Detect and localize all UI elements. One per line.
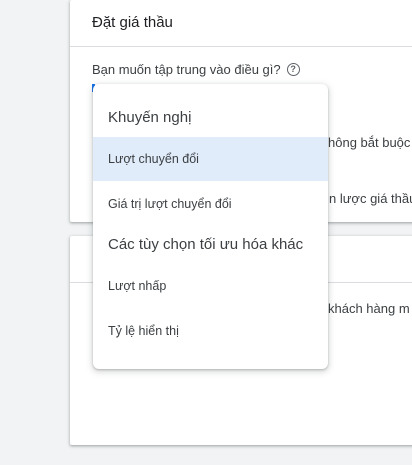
menu-item-impression-share[interactable]: Tỷ lệ hiển thị bbox=[93, 309, 328, 353]
focus-question-label: Bạn muốn tập trung vào điều gì? bbox=[92, 62, 281, 77]
menu-header-other-options: Các tùy chọn tối ưu hóa khác bbox=[108, 236, 304, 253]
menu-item-label: Lượt chuyển đổi bbox=[108, 152, 199, 166]
focus-question: Bạn muốn tập trung vào điều gì? ? bbox=[92, 62, 300, 77]
menu-item-clicks[interactable]: Lượt nhấp bbox=[93, 264, 328, 308]
bidding-card-divider bbox=[70, 46, 412, 47]
menu-item-conversions[interactable]: Lượt chuyển đổi bbox=[93, 137, 328, 181]
menu-item-label: Tỷ lệ hiển thị bbox=[108, 324, 179, 338]
menu-item-label: Lượt nhấp bbox=[108, 279, 167, 293]
customers-label: khách hàng m bbox=[328, 301, 410, 316]
bid-strategy-link[interactable]: n lược giá thầu bbox=[329, 191, 412, 206]
optional-label: hông bắt buộc bbox=[328, 135, 411, 150]
focus-dropdown-menu: Khuyến nghị Lượt chuyển đổi Giá trị lượt… bbox=[93, 84, 328, 369]
menu-item-conversion-value[interactable]: Giá trị lượt chuyển đổi bbox=[93, 182, 328, 226]
bidding-card-title: Đặt giá thầu bbox=[92, 14, 173, 31]
help-circle-icon[interactable]: ? bbox=[286, 63, 300, 76]
menu-item-label: Giá trị lượt chuyển đổi bbox=[108, 197, 232, 211]
menu-header-recommended: Khuyến nghị bbox=[108, 109, 192, 126]
